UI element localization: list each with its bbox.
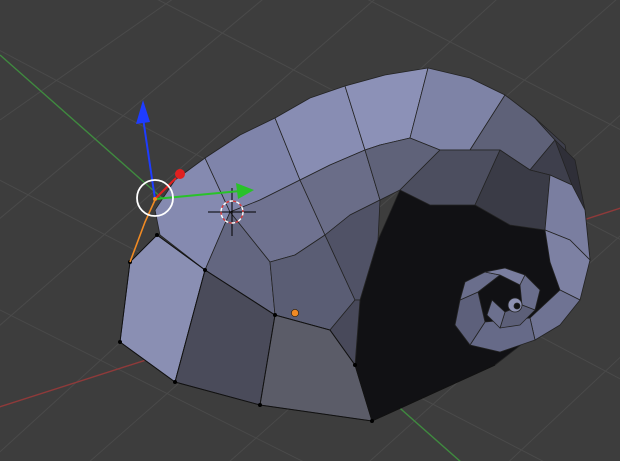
3d-viewport[interactable] bbox=[0, 0, 620, 461]
x-handle-icon[interactable] bbox=[175, 169, 185, 179]
gizmo-pivot bbox=[153, 197, 157, 201]
object-origin-dot[interactable] bbox=[291, 309, 299, 317]
spiral-core-hole bbox=[513, 302, 521, 310]
